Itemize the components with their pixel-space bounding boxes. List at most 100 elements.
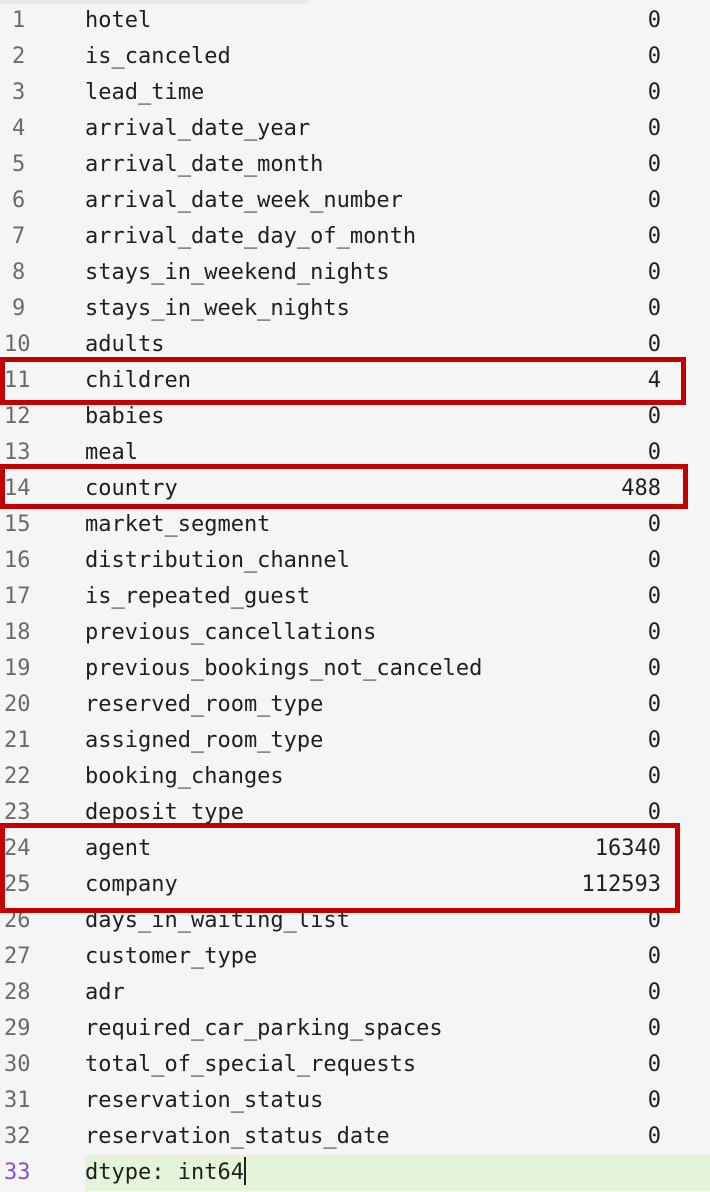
output-line: 12 babies 0 <box>0 399 710 435</box>
column-name: days_in_waiting_list <box>85 908 350 933</box>
column-name: reservation_status_date <box>85 1124 390 1149</box>
null-count-value: 0 <box>647 980 661 1005</box>
output-line: 19 previous_bookings_not_canceled 0 <box>0 651 710 687</box>
output-line: 1 hotel 0 <box>0 3 710 39</box>
column-name: required_car_parking_spaces <box>85 1016 443 1041</box>
column-name: deposit_type <box>85 800 244 825</box>
line-number: 8 <box>12 260 26 285</box>
column-name: country <box>85 476 178 501</box>
line-number: 7 <box>12 224 26 249</box>
null-count-value: 0 <box>647 944 661 969</box>
column-name: booking_changes <box>85 764 284 789</box>
column-name: previous_cancellations <box>85 620 377 645</box>
output-line: 28 adr 0 <box>0 975 710 1011</box>
current-line[interactable]: 33 dtype: int64 <box>0 1155 710 1191</box>
column-name: hotel <box>85 8 152 33</box>
line-number: 26 <box>4 908 31 933</box>
null-count-value: 112593 <box>581 872 661 897</box>
line-number: 15 <box>4 512 31 537</box>
null-count-value: 4 <box>647 368 661 393</box>
output-line: 23 deposit_type 0 <box>0 795 710 831</box>
line-number: 3 <box>12 80 26 105</box>
output-line: 29 required_car_parking_spaces 0 <box>0 1011 710 1047</box>
line-number: 25 <box>4 872 31 897</box>
output-line: 2 is_canceled 0 <box>0 39 710 75</box>
output-line: 17 is_repeated_guest 0 <box>0 579 710 615</box>
column-name: reserved_room_type <box>85 692 324 717</box>
line-number: 9 <box>12 296 26 321</box>
line-number: 6 <box>12 188 26 213</box>
output-line: 27 customer_type 0 <box>0 939 710 975</box>
line-number: 31 <box>4 1088 31 1113</box>
null-count-value: 0 <box>647 44 661 69</box>
null-count-value: 0 <box>647 1124 661 1149</box>
line-number: 32 <box>4 1124 31 1149</box>
output-line: 7 arrival_date_day_of_month 0 <box>0 219 710 255</box>
line-number: 4 <box>12 116 26 141</box>
column-name: stays_in_week_nights <box>85 296 350 321</box>
column-name: stays_in_weekend_nights <box>85 260 390 285</box>
output-line: 9 stays_in_week_nights 0 <box>0 291 710 327</box>
null-count-value: 0 <box>647 764 661 789</box>
null-count-value: 0 <box>647 1016 661 1041</box>
column-name: meal <box>85 440 138 465</box>
line-number: 2 <box>12 44 26 69</box>
output-line: 8 stays_in_weekend_nights 0 <box>0 255 710 291</box>
null-count-value: 0 <box>647 908 661 933</box>
column-name: babies <box>85 404 165 429</box>
column-name: distribution_channel <box>85 548 350 573</box>
line-number: 28 <box>4 980 31 1005</box>
column-name: company <box>85 872 178 897</box>
line-number: 24 <box>4 836 31 861</box>
output-line: 30 total_of_special_requests 0 <box>0 1047 710 1083</box>
line-number: 19 <box>4 656 31 681</box>
output-line: 11 children 4 <box>0 363 710 399</box>
output-line: 10 adults 0 <box>0 327 710 363</box>
null-count-value: 0 <box>647 80 661 105</box>
dtype-label: dtype: int64 <box>85 1155 246 1191</box>
null-count-value: 0 <box>647 188 661 213</box>
column-name: lead_time <box>85 80 205 105</box>
null-count-value: 0 <box>647 8 661 33</box>
output-line: 21 assigned_room_type 0 <box>0 723 710 759</box>
column-name: previous_bookings_not_canceled <box>85 656 483 681</box>
null-count-value: 0 <box>647 512 661 537</box>
null-count-value: 0 <box>647 224 661 249</box>
column-name: arrival_date_week_number <box>85 188 403 213</box>
code-output-panel: 1 hotel 0 2 is_canceled 0 3 lead_time 0 4 arrival_… <box>0 3 710 1191</box>
line-number: 14 <box>4 476 31 501</box>
output-line: 24 agent 16340 <box>0 831 710 867</box>
null-count-value: 0 <box>647 620 661 645</box>
column-name: arrival_date_year <box>85 116 311 141</box>
column-name: arrival_date_day_of_month <box>85 224 417 249</box>
line-number: 29 <box>4 1016 31 1041</box>
column-name: assigned_room_type <box>85 728 324 753</box>
output-line: 25 company 112593 <box>0 867 710 903</box>
column-name: adults <box>85 332 165 357</box>
column-name: is_canceled <box>85 44 231 69</box>
line-number: 30 <box>4 1052 31 1077</box>
null-count-value: 0 <box>647 116 661 141</box>
null-count-value: 0 <box>647 440 661 465</box>
line-number: 1 <box>12 8 26 33</box>
column-name: agent <box>85 836 152 861</box>
line-number: 10 <box>4 332 31 357</box>
line-number: 23 <box>4 800 31 825</box>
null-count-value: 0 <box>647 332 661 357</box>
column-name: is_repeated_guest <box>85 584 311 609</box>
column-name: adr <box>85 980 125 1005</box>
null-count-value: 0 <box>647 1088 661 1113</box>
null-count-value: 0 <box>647 548 661 573</box>
line-number: 5 <box>12 152 26 177</box>
line-number: 16 <box>4 548 31 573</box>
column-name: arrival_date_month <box>85 152 324 177</box>
output-line: 26 days_in_waiting_list 0 <box>0 903 710 939</box>
text-cursor <box>243 1157 246 1185</box>
column-name: total_of_special_requests <box>85 1052 417 1077</box>
output-line: 14 country 488 <box>0 471 710 507</box>
output-line: 18 previous_cancellations 0 <box>0 615 710 651</box>
output-line: 13 meal 0 <box>0 435 710 471</box>
null-count-value: 0 <box>647 692 661 717</box>
output-line: 16 distribution_channel 0 <box>0 543 710 579</box>
output-line: 5 arrival_date_month 0 <box>0 147 710 183</box>
